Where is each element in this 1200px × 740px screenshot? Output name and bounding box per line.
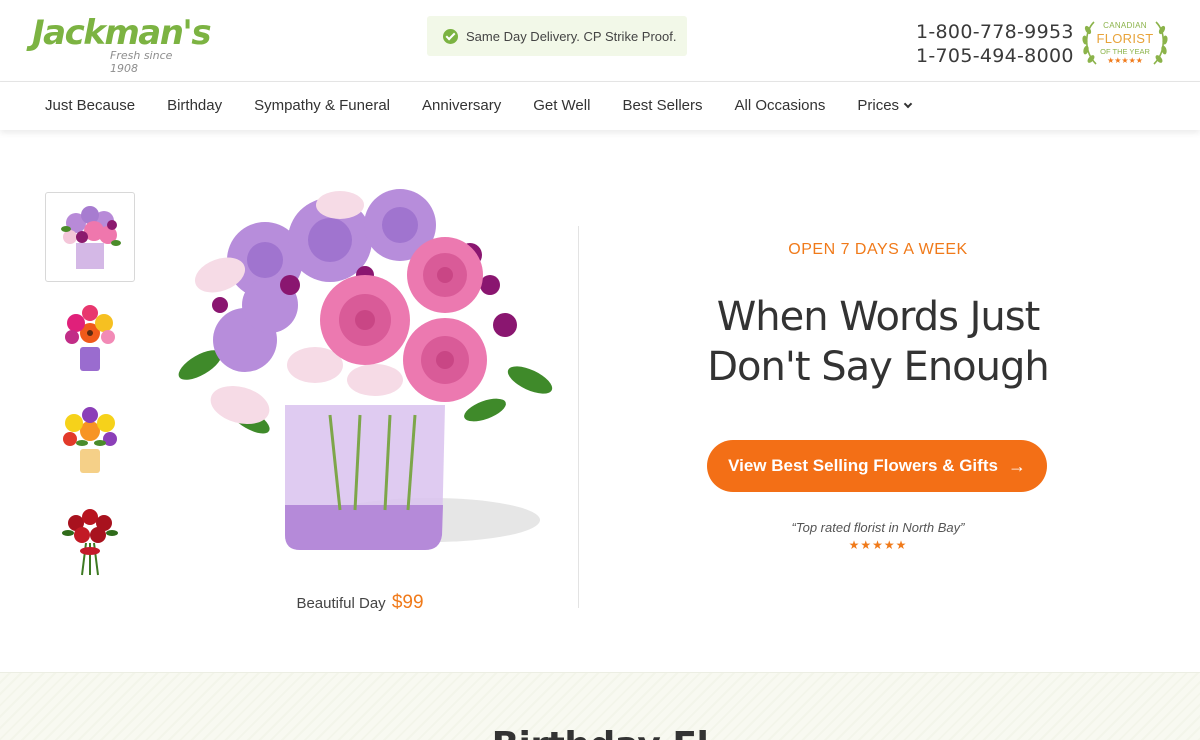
logo-tagline: Fresh since 1908 [110, 49, 173, 75]
yellow-lily-bouquet-thumb-icon [63, 407, 117, 473]
product-caption[interactable]: Beautiful Day $99 [160, 592, 560, 614]
site-header: Jackman's Fresh since 1908 Same Day Deli… [0, 0, 1200, 82]
beautiful-day-bouquet-image [178, 189, 553, 550]
hero-headline: When Words Just Don't Say Enough [658, 292, 1098, 392]
product-thumbnails [45, 192, 135, 592]
nav-item-sympathy-funeral[interactable]: Sympathy & Funeral [238, 82, 406, 130]
award-stars: ★★★★★ [1107, 56, 1143, 65]
nav-item-anniversary[interactable]: Anniversary [406, 82, 517, 130]
thumbnail-beautiful-day[interactable] [45, 192, 135, 282]
thumbnail-yellow-bouquet[interactable] [45, 392, 135, 482]
nav-item-get-well[interactable]: Get Well [517, 82, 606, 130]
gerbera-bouquet-thumb-icon [65, 305, 115, 371]
phone-numbers: 1-800-778-9953 1-705-494-8000 [916, 20, 1074, 68]
nav-item-all-occasions[interactable]: All Occasions [719, 82, 842, 130]
logo[interactable]: Jackman's Fresh since 1908 [32, 14, 212, 75]
logo-wordmark: Jackman's [32, 13, 212, 53]
open-hours-eyebrow: OPEN 7 DAYS A WEEK [788, 241, 968, 258]
nav-item-prices[interactable]: Prices [841, 82, 927, 130]
testimonial-quote: “Top rated florist in North Bay” [791, 520, 965, 535]
nav-item-prices-label: Prices [857, 97, 900, 114]
nav-item-best-sellers[interactable]: Best Sellers [606, 82, 718, 130]
view-best-sellers-button[interactable]: View Best Selling Flowers & Gifts → [707, 440, 1047, 492]
main-nav: Just Because Birthday Sympathy & Funeral… [0, 82, 1200, 130]
thumbnail-red-roses[interactable] [45, 492, 135, 582]
award-text-top: CANADIAN [1103, 21, 1147, 30]
hero-headline-line2: Don't Say Enough [707, 344, 1050, 390]
red-roses-bouquet-thumb-icon [62, 509, 118, 576]
nav-item-just-because[interactable]: Just Because [29, 82, 151, 130]
section-title: Birthday Fl [0, 725, 1200, 740]
award-text-main: FLORIST [1096, 31, 1154, 46]
hero-headline-line1: When Words Just [716, 294, 1041, 340]
check-circle-icon [443, 28, 458, 44]
delivery-notice-text: Same Day Delivery. CP Strike Proof. [466, 28, 677, 44]
product-name: Beautiful Day [296, 595, 386, 612]
cta-label: View Best Selling Flowers & Gifts [728, 456, 998, 475]
chevron-down-icon [903, 99, 913, 109]
award-text-bottom: OF THE YEAR [1100, 47, 1150, 56]
rating-stars: ★★★★★ [848, 538, 908, 552]
phone-local-link[interactable]: 1-705-494-8000 [916, 44, 1074, 68]
vertical-divider [578, 226, 579, 608]
product-price: $99 [391, 592, 424, 613]
delivery-notice: Same Day Delivery. CP Strike Proof. [427, 16, 687, 56]
pink-purple-bouquet-thumb-icon [61, 206, 121, 269]
florist-award-badge: CANADIAN FLORIST OF THE YEAR ★★★★★ [1080, 18, 1170, 68]
birthday-section: Birthday Fl [0, 672, 1200, 740]
phone-tollfree-link[interactable]: 1-800-778-9953 [916, 20, 1074, 44]
arrow-right-icon: → [1007, 455, 1026, 476]
thumbnail-gerbera-bouquet[interactable] [45, 292, 135, 382]
nav-item-birthday[interactable]: Birthday [151, 82, 238, 130]
product-hero-image[interactable] [160, 165, 560, 585]
